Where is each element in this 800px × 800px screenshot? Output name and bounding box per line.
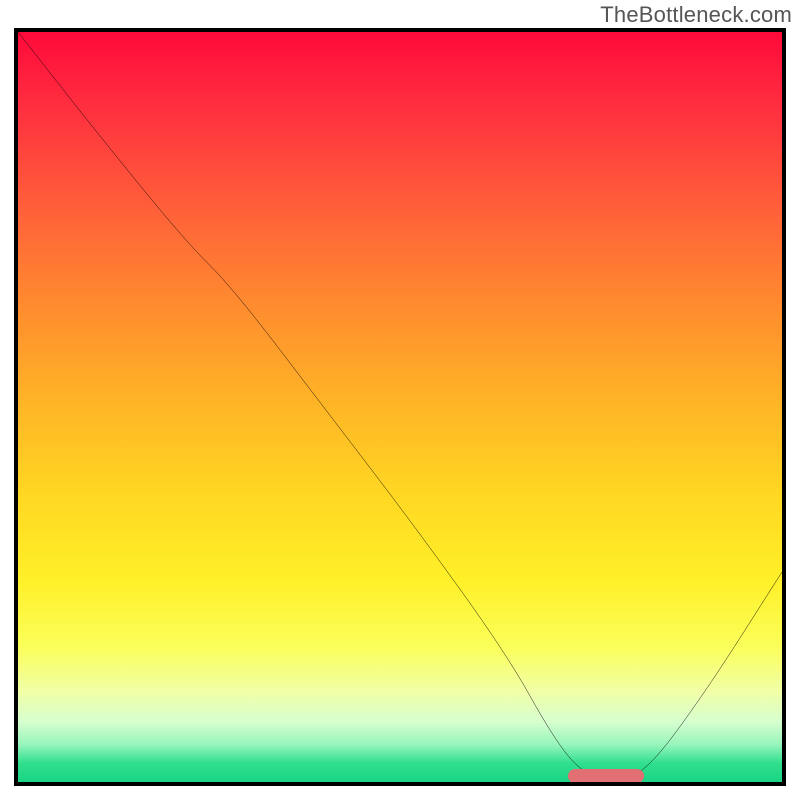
- bottleneck-curve: [18, 32, 782, 782]
- watermark-text: TheBottleneck.com: [600, 2, 792, 28]
- plot-area: [14, 28, 786, 786]
- sweet-spot-marker: [568, 769, 644, 783]
- bottleneck-figure: TheBottleneck.com: [0, 0, 800, 800]
- curve-path: [18, 32, 782, 777]
